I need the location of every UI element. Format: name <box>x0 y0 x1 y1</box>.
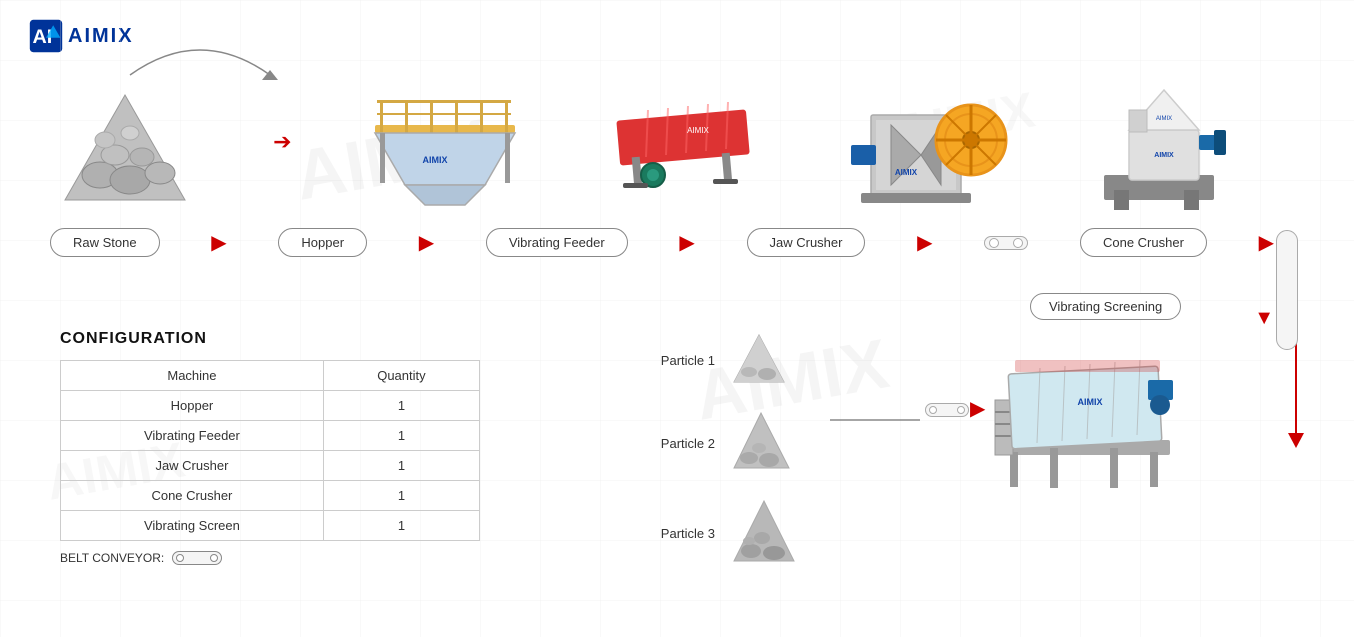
svg-text:AIMIX: AIMIX <box>1077 397 1102 407</box>
bottom-right-arrow: ▼ <box>1254 307 1274 330</box>
table-cell-quantity: 1 <box>323 511 479 541</box>
hopper-icon: AIMIX <box>365 75 525 215</box>
cone-crusher-icon: AIMIX AIMIX <box>1084 75 1254 215</box>
flow-label-cone-crusher: Cone Crusher <box>1080 228 1207 257</box>
table-cell-quantity: 1 <box>323 451 479 481</box>
belt-connector-1 <box>984 236 1028 250</box>
right-belt-connector-v <box>1276 230 1298 350</box>
machine-raw-stone <box>50 85 200 215</box>
arrow-4: ▶ <box>917 230 932 255</box>
belt-conveyor-label: BELT CONVEYOR: <box>60 551 164 565</box>
svg-text:AIMIX: AIMIX <box>687 126 709 135</box>
belt-conveyor-icon <box>172 551 222 565</box>
machine-hopper: AIMIX <box>365 75 525 215</box>
arrow-5: ▶ <box>1259 230 1274 255</box>
machine-cone-crusher: AIMIX AIMIX <box>1084 75 1254 215</box>
jaw-crusher-icon: AIMIX <box>841 75 1011 215</box>
particle-2: Particle 2 <box>650 408 799 478</box>
particle-3: Particle 3 <box>650 496 799 571</box>
table-cell-machine: Cone Crusher <box>61 481 324 511</box>
cone-crusher-pill: Cone Crusher <box>1080 228 1207 257</box>
svg-text:AIMIX: AIMIX <box>1156 116 1172 122</box>
col-quantity: Quantity <box>323 361 479 391</box>
table-row: Vibrating Feeder1 <box>61 421 480 451</box>
vibrating-screen-machine: AIMIX <box>990 340 1190 510</box>
vibrating-feeder-icon: AIMIX <box>598 75 768 215</box>
arrow-1: ▶ <box>211 230 226 255</box>
belt-conveyor-info: BELT CONVEYOR: <box>60 551 480 565</box>
vibrating-screen-icon: AIMIX <box>990 340 1190 500</box>
config-table: Machine Quantity Hopper1Vibrating Feeder… <box>60 360 480 541</box>
flow-label-hopper: Hopper <box>278 228 367 257</box>
arrow-3: ▶ <box>679 230 694 255</box>
jaw-crusher-pill: Jaw Crusher <box>747 228 866 257</box>
table-cell-quantity: 1 <box>323 481 479 511</box>
flow-label-raw-stone: Raw Stone <box>50 228 160 257</box>
raw-stone-icon <box>60 85 190 215</box>
table-cell-machine: Hopper <box>61 391 324 421</box>
table-row: Vibrating Screen1 <box>61 511 480 541</box>
svg-text:AIMIX: AIMIX <box>422 155 447 165</box>
table-cell-machine: Vibrating Screen <box>61 511 324 541</box>
table-cell-quantity: 1 <box>323 391 479 421</box>
particles-column: Particle 1 Particle 2 <box>650 330 799 571</box>
configuration-section: CONFIGURATION Machine Quantity Hopper1Vi… <box>60 330 480 565</box>
config-title: CONFIGURATION <box>60 330 480 348</box>
table-cell-machine: Vibrating Feeder <box>61 421 324 451</box>
vibrating-screening-label: Vibrating Screening <box>1030 293 1181 320</box>
belt-connector-middle <box>925 403 969 417</box>
hopper-pill: Hopper <box>278 228 367 257</box>
table-row: Jaw Crusher1 <box>61 451 480 481</box>
flow-labels-row: Raw Stone ▶ Hopper ▶ Vibrating Feeder ▶ … <box>50 228 1274 257</box>
table-cell-quantity: 1 <box>323 421 479 451</box>
machines-row: ➔ AIMIX <box>50 15 1254 215</box>
flow-arrow-1: ➔ <box>273 129 291 155</box>
flow-label-vibrating-feeder: Vibrating Feeder <box>486 228 628 257</box>
table-row: Cone Crusher1 <box>61 481 480 511</box>
particle-1-label: Particle 1 <box>650 353 715 368</box>
flow-label-jaw-crusher: Jaw Crusher <box>747 228 866 257</box>
particle-2-icon <box>729 408 794 478</box>
svg-text:AIMIX: AIMIX <box>895 168 918 177</box>
particle-1: Particle 1 <box>650 330 799 390</box>
arrow-to-screen: ▶ <box>970 396 985 421</box>
table-cell-machine: Jaw Crusher <box>61 451 324 481</box>
particle-1-icon <box>729 330 789 390</box>
particle-2-label: Particle 2 <box>650 436 715 451</box>
machine-jaw-crusher: AIMIX <box>841 75 1011 215</box>
raw-stone-pill: Raw Stone <box>50 228 160 257</box>
svg-text:AIMIX: AIMIX <box>1154 152 1174 159</box>
vibrating-feeder-pill: Vibrating Feeder <box>486 228 628 257</box>
col-machine: Machine <box>61 361 324 391</box>
arrow-2: ▶ <box>419 230 434 255</box>
particle-3-label: Particle 3 <box>650 526 715 541</box>
machine-vibrating-feeder: AIMIX <box>598 75 768 215</box>
table-row: Hopper1 <box>61 391 480 421</box>
particle-3-icon <box>729 496 799 571</box>
